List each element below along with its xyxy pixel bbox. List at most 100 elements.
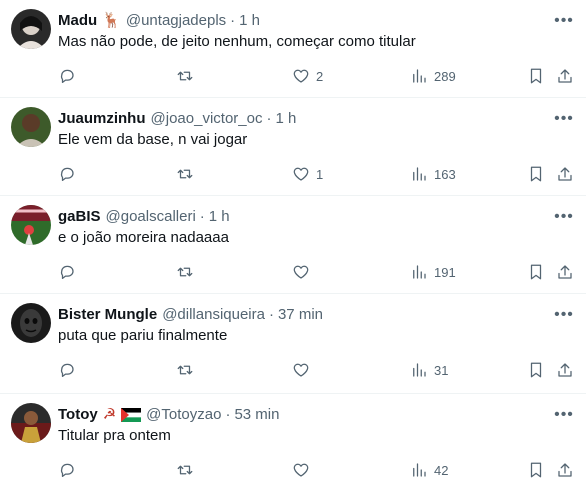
timestamp[interactable]: 1 h — [209, 207, 230, 227]
views-button[interactable]: 31 — [410, 355, 448, 385]
view-count: 42 — [434, 462, 449, 478]
views-button[interactable]: 191 — [410, 257, 456, 287]
bookmark-icon — [530, 264, 542, 280]
display-name[interactable]: gaBIS — [58, 207, 101, 227]
timestamp[interactable]: 1 h — [275, 109, 296, 129]
bookmark-icon — [530, 462, 542, 478]
avatar[interactable] — [11, 205, 51, 245]
like-button[interactable] — [292, 257, 316, 287]
repost-icon — [177, 169, 193, 179]
reply-button[interactable] — [58, 257, 76, 287]
view-count: 163 — [434, 166, 456, 182]
bookmark-button[interactable] — [527, 355, 545, 385]
timestamp[interactable]: 37 min — [278, 305, 323, 325]
action-bar: 191 — [58, 257, 578, 287]
more-icon[interactable]: ••• — [554, 110, 574, 128]
views-button[interactable]: 42 — [410, 455, 448, 485]
repost-icon — [177, 365, 193, 375]
action-bar: 42 — [58, 455, 578, 485]
like-count: 2 — [316, 68, 324, 84]
heart-icon — [293, 265, 309, 279]
repost-icon — [177, 267, 193, 277]
post[interactable]: Bister Mungle @dillansiqueira · 37 min •… — [0, 294, 586, 394]
reply-feed: Madu 🦌 @untagjadepls · 1 h ••• Mas não p… — [0, 0, 586, 493]
bookmark-icon — [530, 166, 542, 182]
deer-emoji: 🦌 — [102, 12, 121, 29]
like-button[interactable]: 1 — [292, 159, 323, 189]
share-button[interactable] — [556, 257, 574, 287]
share-button[interactable] — [556, 61, 574, 91]
views-button[interactable]: 289 — [410, 61, 456, 91]
user-handle[interactable]: @joao_victor_oc — [151, 109, 263, 129]
views-button[interactable]: 163 — [410, 159, 456, 189]
user-handle[interactable]: @Totoyzao — [146, 405, 221, 425]
separator-dot: · — [268, 306, 274, 323]
separator-dot: · — [199, 208, 205, 225]
heart-icon — [293, 69, 309, 83]
share-button[interactable] — [556, 455, 574, 485]
display-name[interactable]: Juaumzinhu — [58, 109, 146, 129]
reply-button[interactable] — [58, 159, 76, 189]
bookmark-icon — [530, 362, 542, 378]
post[interactable]: gaBIS @goalscalleri · 1 h ••• e o joão m… — [0, 196, 586, 294]
avatar[interactable] — [11, 107, 51, 147]
action-bar: 2 289 — [58, 61, 578, 91]
hammer-sickle-emoji: ☭ — [102, 406, 117, 423]
reply-icon — [60, 463, 74, 478]
bookmark-button[interactable] — [527, 257, 545, 287]
share-button[interactable] — [556, 355, 574, 385]
action-bar: 1 163 — [58, 159, 578, 189]
separator-dot: · — [225, 406, 231, 423]
view-count: 191 — [434, 264, 456, 280]
more-icon[interactable]: ••• — [554, 12, 574, 30]
bookmark-button[interactable] — [527, 159, 545, 189]
heart-icon — [293, 363, 309, 377]
post[interactable]: Juaumzinhu @joao_victor_oc · 1 h ••• Ele… — [0, 98, 586, 196]
separator-dot: · — [266, 110, 272, 127]
like-count: 1 — [316, 166, 324, 182]
more-icon[interactable]: ••• — [554, 306, 574, 324]
avatar[interactable] — [11, 303, 51, 343]
display-name[interactable]: Madu — [58, 11, 97, 31]
action-bar: 31 — [58, 355, 578, 385]
like-button[interactable] — [292, 355, 316, 385]
post[interactable]: Totoy ☭ @Totoyzao · 53 min ••• Titular p… — [0, 394, 586, 493]
user-handle[interactable]: @dillansiqueira — [162, 305, 265, 325]
timestamp[interactable]: 1 h — [239, 11, 260, 31]
repost-button[interactable] — [176, 455, 194, 485]
share-icon — [558, 69, 572, 83]
separator-dot: · — [230, 12, 236, 29]
reply-button[interactable] — [58, 61, 76, 91]
more-icon[interactable]: ••• — [554, 406, 574, 424]
bookmark-button[interactable] — [527, 61, 545, 91]
post[interactable]: Madu 🦌 @untagjadepls · 1 h ••• Mas não p… — [0, 0, 586, 98]
post-text: puta que pariu finalmente — [58, 327, 228, 344]
bookmark-button[interactable] — [527, 455, 545, 485]
repost-button[interactable] — [176, 355, 194, 385]
repost-button[interactable] — [176, 61, 194, 91]
reply-icon — [60, 265, 74, 280]
more-icon[interactable]: ••• — [554, 208, 574, 226]
views-icon — [413, 463, 426, 477]
repost-button[interactable] — [176, 159, 194, 189]
share-button[interactable] — [556, 159, 574, 189]
avatar[interactable] — [11, 9, 51, 49]
avatar[interactable] — [11, 403, 51, 443]
post-text: Ele vem da base, n vai jogar — [58, 131, 248, 148]
repost-icon — [177, 71, 193, 81]
like-button[interactable]: 2 — [292, 61, 323, 91]
like-button[interactable] — [292, 455, 316, 485]
reply-button[interactable] — [58, 455, 76, 485]
repost-button[interactable] — [176, 257, 194, 287]
display-name[interactable]: Bister Mungle — [58, 305, 157, 325]
view-count: 31 — [434, 362, 449, 378]
view-count: 289 — [434, 68, 456, 84]
reply-button[interactable] — [58, 355, 76, 385]
timestamp[interactable]: 53 min — [234, 405, 279, 425]
views-icon — [413, 167, 426, 181]
user-handle[interactable]: @goalscalleri — [106, 207, 196, 227]
repost-icon — [177, 465, 193, 475]
display-name[interactable]: Totoy — [58, 405, 98, 425]
user-handle[interactable]: @untagjadepls — [126, 11, 226, 31]
views-icon — [413, 363, 426, 377]
